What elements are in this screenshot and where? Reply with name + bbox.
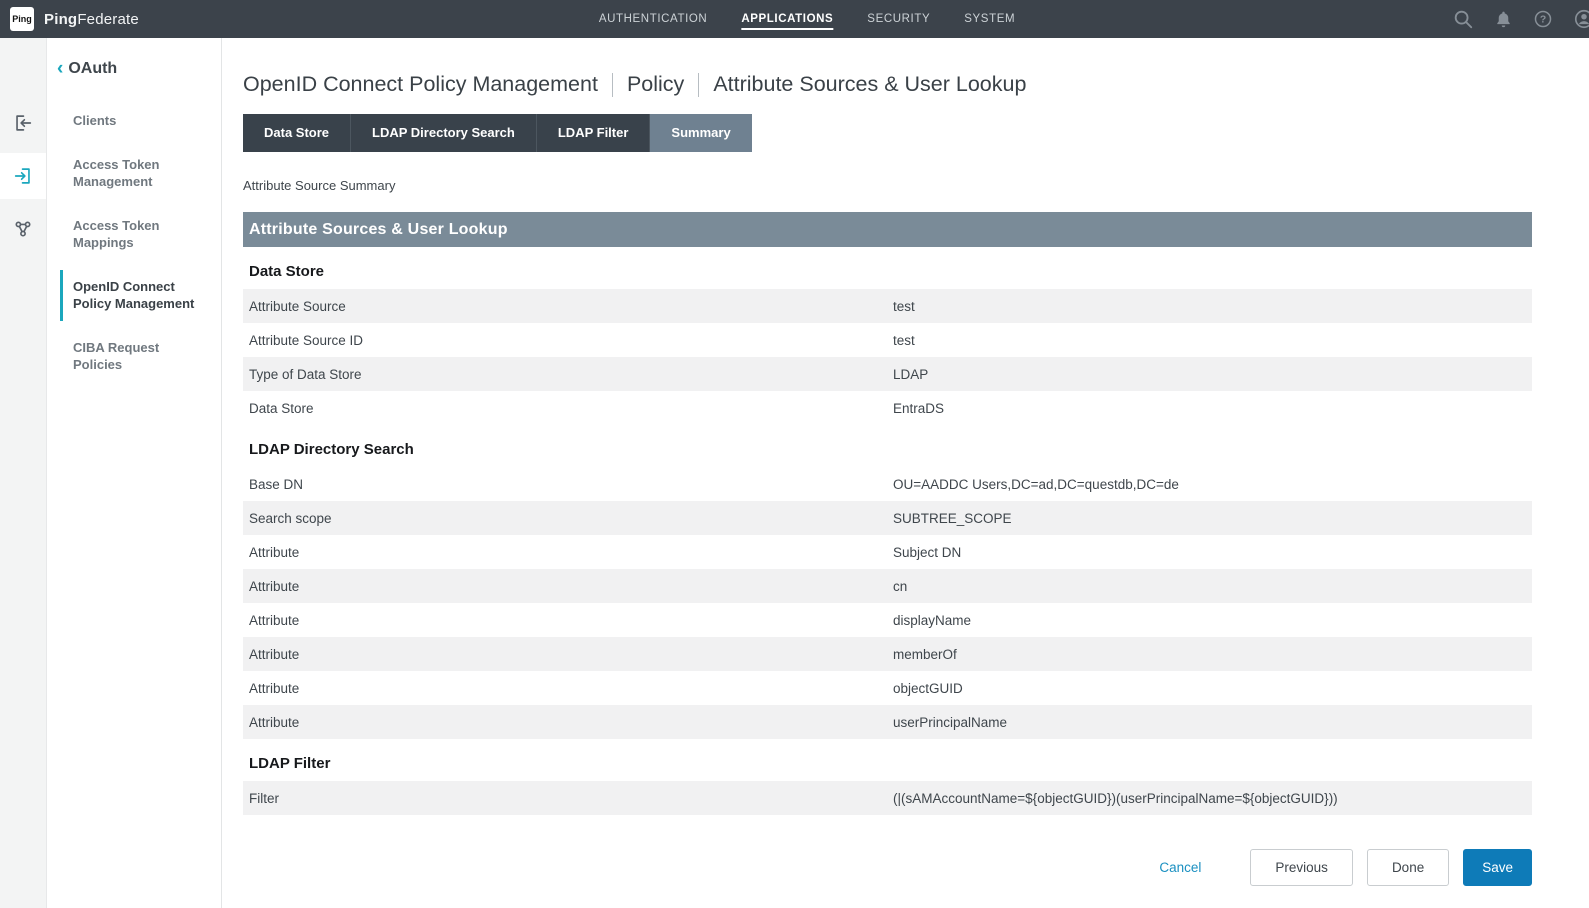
tabs: Data StoreLDAP Directory SearchLDAP Filt… xyxy=(243,114,1532,152)
row-value: cn xyxy=(893,579,1532,594)
back-to-oauth[interactable]: OAuth xyxy=(47,60,221,104)
row-value: OU=AADDC Users,DC=ad,DC=questdb,DC=de xyxy=(893,477,1532,492)
save-button[interactable]: Save xyxy=(1463,849,1532,886)
breadcrumb-separator xyxy=(612,73,613,97)
footer-actions: Cancel Previous Done Save xyxy=(243,849,1532,886)
previous-button[interactable]: Previous xyxy=(1250,849,1353,886)
tab-summary[interactable]: Summary xyxy=(650,114,751,152)
notifications-bell-icon[interactable] xyxy=(1494,10,1513,29)
user-account-icon[interactable] xyxy=(1573,8,1589,30)
panel-title: Attribute Sources & User Lookup xyxy=(243,212,1532,247)
table-row: Search scopeSUBTREE_SCOPE xyxy=(243,501,1532,535)
sidebar-item-ciba-request-policies[interactable]: CIBA Request Policies xyxy=(60,331,221,382)
module-icon-strip xyxy=(0,38,47,908)
svg-text:?: ? xyxy=(1540,15,1546,26)
row-label: Attribute Source ID xyxy=(243,333,893,348)
section-heading: LDAP Directory Search xyxy=(249,441,1532,458)
row-label: Attribute xyxy=(243,545,893,560)
row-value: objectGUID xyxy=(893,681,1532,696)
back-chevron-icon xyxy=(57,62,63,76)
topbar: Ping PingFederate AUTHENTICATIONAPPLICAT… xyxy=(0,0,1589,38)
tab-ldap-filter[interactable]: LDAP Filter xyxy=(537,114,651,152)
cancel-link[interactable]: Cancel xyxy=(1159,860,1201,875)
tab-data-store[interactable]: Data Store xyxy=(243,114,351,152)
row-value: test xyxy=(893,299,1532,314)
row-value: memberOf xyxy=(893,647,1532,662)
oauth-module-icon[interactable] xyxy=(0,153,46,199)
brand-strong: Ping xyxy=(44,11,77,28)
sidebar: OAuth Clients Access Token Management Acce… xyxy=(47,38,222,908)
row-label: Attribute Source xyxy=(243,299,893,314)
help-icon[interactable]: ? xyxy=(1533,9,1553,29)
row-value: (|(sAMAccountName=${objectGUID})(userPri… xyxy=(893,791,1532,806)
breadcrumb-segment: Policy xyxy=(627,72,684,97)
pingidentity-logo: Ping xyxy=(10,7,34,31)
row-label: Attribute xyxy=(243,681,893,696)
row-label: Attribute xyxy=(243,647,893,662)
table-row: Filter(|(sAMAccountName=${objectGUID})(u… xyxy=(243,781,1532,815)
brand-light: Federate xyxy=(77,11,139,28)
row-value: userPrincipalName xyxy=(893,715,1532,730)
row-value: LDAP xyxy=(893,367,1532,382)
summary-table: Data StoreAttribute SourcetestAttribute … xyxy=(243,263,1532,815)
topbar-nav: AUTHENTICATION APPLICATIONS SECURITY SYSTEM xyxy=(599,0,1015,38)
row-label: Attribute xyxy=(243,579,893,594)
table-row: Data StoreEntraDS xyxy=(243,391,1532,425)
sidebar-item-access-token-mappings[interactable]: Access Token Mappings xyxy=(60,209,221,260)
row-label: Attribute xyxy=(243,613,893,628)
table-row: Attributecn xyxy=(243,569,1532,603)
table-row: Attribute Sourcetest xyxy=(243,289,1532,323)
row-value: test xyxy=(893,333,1532,348)
table-row: AttributeobjectGUID xyxy=(243,671,1532,705)
table-row: AttributedisplayName xyxy=(243,603,1532,637)
row-label: Filter xyxy=(243,791,893,806)
topbar-icons: ? xyxy=(1452,8,1583,30)
row-value: SUBTREE_SCOPE xyxy=(893,511,1532,526)
nav-item-system[interactable]: SYSTEM xyxy=(964,9,1015,30)
row-label: Type of Data Store xyxy=(243,367,893,382)
row-label: Attribute xyxy=(243,715,893,730)
tab-ldap-directory-search[interactable]: LDAP Directory Search xyxy=(351,114,537,152)
breadcrumb-separator xyxy=(698,73,699,97)
table-row: Attribute Source IDtest xyxy=(243,323,1532,357)
breadcrumb-segment: Attribute Sources & User Lookup xyxy=(713,72,1026,97)
breadcrumb-segment: OpenID Connect Policy Management xyxy=(243,72,598,97)
sidebar-item-clients[interactable]: Clients xyxy=(60,104,221,138)
nav-item-authentication[interactable]: AUTHENTICATION xyxy=(599,9,708,30)
table-row: AttributememberOf xyxy=(243,637,1532,671)
table-row: AttributeuserPrincipalName xyxy=(243,705,1532,739)
row-value: Subject DN xyxy=(893,545,1532,560)
sidebar-item-openid-connect-policy-management[interactable]: OpenID Connect Policy Management xyxy=(60,270,221,321)
row-label: Base DN xyxy=(243,477,893,492)
summary-label: Attribute Source Summary xyxy=(243,178,1532,193)
brand-title: PingFederate xyxy=(44,11,139,28)
authentication-module-icon[interactable] xyxy=(0,100,46,146)
sidebar-nav: Clients Access Token Management Access Tok… xyxy=(47,104,221,382)
table-row: Base DNOU=AADDC Users,DC=ad,DC=questdb,D… xyxy=(243,467,1532,501)
nav-item-security[interactable]: SECURITY xyxy=(867,9,930,30)
back-label: OAuth xyxy=(68,60,117,78)
row-value: displayName xyxy=(893,613,1532,628)
nav-item-applications[interactable]: APPLICATIONS xyxy=(741,9,833,30)
section-heading: Data Store xyxy=(249,263,1532,280)
main-content: OpenID Connect Policy Management Policy At… xyxy=(222,38,1589,908)
row-value: EntraDS xyxy=(893,401,1532,416)
breadcrumb: OpenID Connect Policy Management Policy At… xyxy=(243,72,1532,97)
section-heading: LDAP Filter xyxy=(249,755,1532,772)
table-row: Type of Data StoreLDAP xyxy=(243,357,1532,391)
connections-module-icon[interactable] xyxy=(0,206,46,252)
table-row: AttributeSubject DN xyxy=(243,535,1532,569)
page-layout: OAuth Clients Access Token Management Acce… xyxy=(0,38,1589,908)
row-label: Search scope xyxy=(243,511,893,526)
sidebar-item-access-token-management[interactable]: Access Token Management xyxy=(60,148,221,199)
search-icon[interactable] xyxy=(1452,8,1474,30)
row-label: Data Store xyxy=(243,401,893,416)
done-button[interactable]: Done xyxy=(1367,849,1449,886)
